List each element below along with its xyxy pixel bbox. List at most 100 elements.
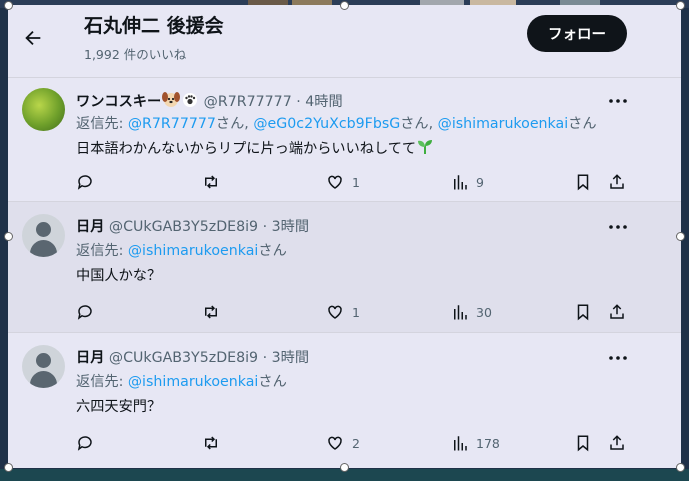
like-icon [328,305,342,319]
tweet-item[interactable]: ワンコスキー @R7R77777 · 4時間 返信先: @R7R77777さん,… [8,78,681,202]
reply-suffix: さん [258,374,287,390]
tweet-item[interactable]: 日月 @CUkGAB3Y5zDE8i9 · 3時間 返信先: @ishimaru… [8,333,681,468]
views-count: 178 [476,435,500,451]
like-button[interactable]: 2 [326,434,360,452]
timestamp[interactable]: 3時間 [272,350,309,366]
display-name[interactable]: 日月 [76,350,104,366]
paw-emoji-icon [181,90,199,112]
bookmark-button[interactable] [575,303,591,321]
reply-icon [77,305,92,320]
display-name[interactable]: ワンコスキー [76,94,161,110]
reply-to-label: 返信先: [76,116,124,132]
retweet-icon [205,436,217,450]
mention-link[interactable]: @ishimarukoenkai [128,374,259,390]
like-count: 2 [352,435,360,451]
tweet-text-line: 日本語わかんないからリプに片っ端からいいねしてて [76,137,434,159]
crop-handle-bottom[interactable] [340,463,349,472]
bookmark-icon [577,435,589,452]
share-icon [610,435,624,450]
mention-link[interactable]: @ishimarukoenkai [438,116,569,132]
reply-to-line: 返信先: @ishimarukoenkaiさん [76,240,287,260]
mention-link[interactable]: @R7R77777 [128,116,216,132]
bookmark-button[interactable] [575,173,591,191]
like-count: 1 [352,304,360,320]
like-button[interactable]: 1 [326,303,360,321]
more-icon[interactable] [608,355,628,361]
more-icon[interactable] [608,98,628,104]
reply-icon [77,436,92,451]
tweet-header: ワンコスキー @R7R77777 · 4時間 [76,90,343,112]
timestamp[interactable]: 4時間 [305,94,342,110]
reply-icon [77,175,92,190]
avatar[interactable] [22,214,65,257]
share-icon [610,174,624,189]
views-icon [454,305,467,320]
handle[interactable]: @CUkGAB3Y5zDE8i9 [109,219,258,235]
reply-button[interactable] [76,303,94,321]
crop-handle-left[interactable] [4,232,13,241]
crop-handle-right[interactable] [676,232,685,241]
likes-count: 1,992 件のいいね [84,47,187,62]
views-button[interactable]: 178 [452,434,500,452]
tweet-text: 日本語わかんないからリプに片っ端からいいねしてて [76,141,417,157]
profile-likes-header: 石丸伸二 後援会 1,992 件のいいね フォロー [8,5,681,78]
reply-button[interactable] [76,434,94,452]
like-button[interactable]: 1 [326,173,360,191]
avatar[interactable] [22,345,65,388]
handle[interactable]: @R7R77777 [204,94,292,110]
reply-suffix: さん [568,116,597,132]
retweet-icon [205,175,217,189]
dog-emoji-icon [161,90,181,112]
reply-to-line: 返信先: @ishimarukoenkaiさん [76,371,287,391]
like-count: 1 [352,174,360,190]
mention-link[interactable]: @ishimarukoenkai [128,243,259,259]
reply-separator: さん, [215,116,254,132]
views-button[interactable]: 30 [452,303,492,321]
like-icon [328,175,342,189]
share-button[interactable] [608,434,626,452]
views-icon [454,175,467,190]
share-button[interactable] [608,303,626,321]
tweet-text: 中国人かな？ [76,268,162,284]
more-icon[interactable] [608,224,628,230]
bookmark-button[interactable] [575,434,591,452]
tweet-text: 六四天安門？ [76,399,162,415]
crop-handle-top[interactable] [340,1,349,10]
display-name[interactable]: 日月 [76,219,104,235]
seedling-emoji-icon [416,137,434,159]
tweet-header: 日月 @CUkGAB3Y5zDE8i9 · 3時間 [76,219,310,235]
retweet-button[interactable] [202,173,220,191]
views-button[interactable]: 9 [452,173,484,191]
crop-handle-top-left[interactable] [4,1,13,10]
reply-suffix: さん [258,243,287,259]
views-count: 9 [476,174,484,190]
share-icon [610,304,624,319]
retweet-button[interactable] [202,303,220,321]
cropped-tweet-panel: 石丸伸二 後援会 1,992 件のいいね フォロー ワンコスキー @R7R777… [8,5,681,468]
reply-to-line: 返信先: @R7R77777さん, @eG0c2YuXcb9FbsGさん, @i… [76,113,597,133]
crop-handle-bottom-right[interactable] [676,463,685,472]
handle[interactable]: @CUkGAB3Y5zDE8i9 [109,350,258,366]
retweet-button[interactable] [202,434,220,452]
share-button[interactable] [608,173,626,191]
mention-link[interactable]: @eG0c2YuXcb9FbsG [253,116,400,132]
crop-handle-top-right[interactable] [676,1,685,10]
page-title: 石丸伸二 後援会 [84,15,224,37]
follow-button[interactable]: フォロー [527,15,627,52]
back-arrow-icon[interactable] [22,27,44,49]
views-icon [454,436,467,451]
like-icon [328,436,342,450]
avatar[interactable] [22,88,65,131]
retweet-icon [205,305,217,319]
reply-button[interactable] [76,173,94,191]
tweet-item[interactable]: 日月 @CUkGAB3Y5zDE8i9 · 3時間 返信先: @ishimaru… [8,202,681,333]
reply-separator: さん, [400,116,438,132]
bookmark-icon [577,304,589,321]
views-count: 30 [476,304,492,320]
reply-to-label: 返信先: [76,243,124,259]
crop-handle-bottom-left[interactable] [4,463,13,472]
bookmark-icon [577,174,589,191]
tweet-header: 日月 @CUkGAB3Y5zDE8i9 · 3時間 [76,350,310,366]
reply-to-label: 返信先: [76,374,124,390]
timestamp[interactable]: 3時間 [272,219,309,235]
